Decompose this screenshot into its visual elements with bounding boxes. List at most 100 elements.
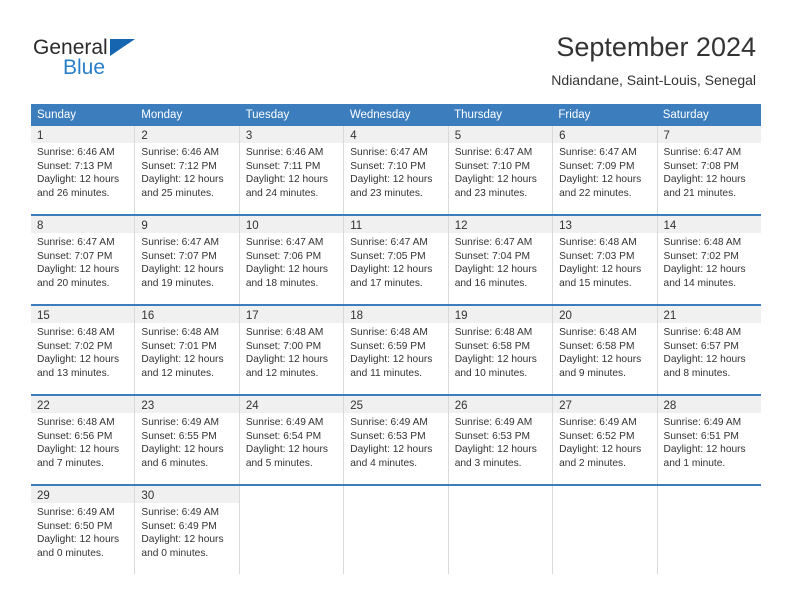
week-row: 15 Sunrise: 6:48 AM Sunset: 7:02 PM Dayl… — [31, 304, 761, 394]
daylight-text-line2: and 5 minutes. — [245, 457, 313, 469]
day-cell[interactable]: 19 Sunrise: 6:48 AM Sunset: 6:58 PM Dayl… — [448, 306, 554, 394]
day-number: 25 — [350, 400, 364, 412]
weekday-header-monday: Monday — [141, 109, 183, 121]
day-cell[interactable]: 20 Sunrise: 6:48 AM Sunset: 6:58 PM Dayl… — [553, 306, 658, 394]
weekday-header-wednesday: Wednesday — [349, 109, 411, 121]
daylight-text-line1: Daylight: 12 hours — [350, 264, 433, 276]
day-number: 5 — [454, 130, 462, 142]
sunset-text: Sunset: 7:07 PM — [37, 250, 113, 262]
sunrise-text: Sunrise: 6:48 AM — [37, 327, 115, 338]
day-cell[interactable]: 21 Sunrise: 6:48 AM Sunset: 6:57 PM Dayl… — [657, 306, 761, 394]
day-number: 26 — [454, 400, 468, 412]
day-cell-empty — [344, 486, 449, 574]
sunrise-text: Sunrise: 6:48 AM — [663, 327, 742, 338]
day-number-bar: 5 — [448, 126, 553, 143]
daylight-text-line1: Daylight: 12 hours — [559, 444, 642, 456]
day-number-bar: 26 — [448, 396, 553, 413]
day-cell[interactable]: 5 Sunrise: 6:47 AM Sunset: 7:10 PM Dayli… — [448, 126, 554, 214]
day-number-bar: 3 — [239, 126, 344, 143]
daylight-text-line2: and 10 minutes. — [454, 367, 528, 379]
daylight-text-line2: and 8 minutes. — [663, 367, 731, 379]
sunrise-text: Sunrise: 6:49 AM — [141, 507, 220, 518]
day-number-bar: 2 — [135, 126, 239, 143]
sunrise-text: Sunrise: 6:47 AM — [245, 237, 324, 248]
day-cell[interactable]: 2 Sunrise: 6:46 AM Sunset: 7:12 PM Dayli… — [135, 126, 240, 214]
day-cell[interactable]: 25 Sunrise: 6:49 AM Sunset: 6:53 PM Dayl… — [344, 396, 449, 484]
sunset-text: Sunset: 6:53 PM — [454, 430, 531, 442]
day-cell[interactable]: 28 Sunrise: 6:49 AM Sunset: 6:51 PM Dayl… — [657, 396, 761, 484]
day-cell[interactable]: 24 Sunrise: 6:49 AM Sunset: 6:54 PM Dayl… — [239, 396, 345, 484]
day-cell[interactable]: 15 Sunrise: 6:48 AM Sunset: 7:02 PM Dayl… — [31, 306, 136, 394]
day-cell[interactable]: 7 Sunrise: 6:47 AM Sunset: 7:08 PM Dayli… — [657, 126, 761, 214]
day-cell[interactable]: 12 Sunrise: 6:47 AM Sunset: 7:04 PM Dayl… — [448, 216, 554, 304]
day-number: 17 — [245, 310, 259, 322]
day-cell[interactable]: 13 Sunrise: 6:48 AM Sunset: 7:03 PM Dayl… — [553, 216, 658, 304]
page-title: September 2024 — [556, 32, 756, 62]
day-cell[interactable]: 27 Sunrise: 6:49 AM Sunset: 6:52 PM Dayl… — [553, 396, 658, 484]
day-cell[interactable]: 29 Sunrise: 6:49 AM Sunset: 6:50 PM Dayl… — [31, 486, 136, 574]
daylight-text-line2: and 7 minutes. — [37, 457, 104, 469]
day-cell-empty — [657, 486, 761, 574]
day-cell[interactable]: 6 Sunrise: 6:47 AM Sunset: 7:09 PM Dayli… — [553, 126, 658, 214]
daylight-text-line2: and 15 minutes. — [559, 277, 632, 289]
day-number: 3 — [245, 130, 253, 142]
sunrise-text: Sunrise: 6:47 AM — [37, 237, 115, 248]
daylight-text-line1: Daylight: 12 hours — [37, 264, 120, 276]
day-info: Sunrise: 6:47 AM Sunset: 7:05 PM Dayligh… — [344, 233, 447, 290]
day-cell[interactable]: 1 Sunrise: 6:46 AM Sunset: 7:13 PM Dayli… — [31, 126, 136, 214]
day-cell[interactable]: 17 Sunrise: 6:48 AM Sunset: 7:00 PM Dayl… — [239, 306, 345, 394]
day-info: Sunrise: 6:48 AM Sunset: 7:02 PM Dayligh… — [658, 233, 761, 290]
day-cell[interactable]: 10 Sunrise: 6:47 AM Sunset: 7:06 PM Dayl… — [239, 216, 345, 304]
daylight-text-line2: and 23 minutes. — [454, 187, 528, 199]
day-cell[interactable]: 30 Sunrise: 6:49 AM Sunset: 6:49 PM Dayl… — [135, 486, 240, 574]
daylight-text-line2: and 13 minutes. — [37, 367, 110, 379]
day-cell[interactable]: 8 Sunrise: 6:47 AM Sunset: 7:07 PM Dayli… — [31, 216, 136, 304]
day-cell[interactable]: 16 Sunrise: 6:48 AM Sunset: 7:01 PM Dayl… — [135, 306, 240, 394]
day-number-bar: 20 — [553, 306, 657, 323]
day-cell[interactable]: 4 Sunrise: 6:47 AM Sunset: 7:10 PM Dayli… — [344, 126, 449, 214]
calendar-grid: Sunday Monday Tuesday Wednesday Thursday… — [31, 104, 761, 574]
daylight-text-line1: Daylight: 12 hours — [559, 174, 642, 186]
day-cell[interactable]: 14 Sunrise: 6:48 AM Sunset: 7:02 PM Dayl… — [657, 216, 761, 304]
daylight-text-line1: Daylight: 12 hours — [454, 444, 537, 456]
day-info: Sunrise: 6:48 AM Sunset: 6:57 PM Dayligh… — [658, 323, 761, 380]
day-cell[interactable]: 26 Sunrise: 6:49 AM Sunset: 6:53 PM Dayl… — [448, 396, 554, 484]
sunset-text: Sunset: 6:54 PM — [245, 430, 322, 442]
sunset-text: Sunset: 7:03 PM — [559, 250, 635, 262]
day-number: 16 — [141, 310, 155, 322]
day-number-bar: 8 — [31, 216, 135, 233]
day-cell[interactable]: 22 Sunrise: 6:48 AM Sunset: 6:56 PM Dayl… — [31, 396, 136, 484]
daylight-text-line1: Daylight: 12 hours — [454, 354, 537, 366]
sunset-text: Sunset: 6:57 PM — [663, 340, 739, 352]
day-number: 2 — [141, 130, 148, 142]
day-number-bar: 24 — [239, 396, 344, 413]
sunrise-text: Sunrise: 6:48 AM — [350, 327, 428, 338]
day-number: 8 — [37, 220, 44, 232]
sunrise-text: Sunrise: 6:48 AM — [37, 417, 115, 428]
day-number-bar: 16 — [135, 306, 239, 323]
daylight-text-line1: Daylight: 12 hours — [559, 354, 642, 366]
day-cell[interactable]: 11 Sunrise: 6:47 AM Sunset: 7:05 PM Dayl… — [344, 216, 449, 304]
day-cell-empty — [239, 486, 345, 574]
general-blue-logo[interactable]: General Blue — [33, 36, 253, 86]
daylight-text-line2: and 4 minutes. — [350, 457, 418, 469]
day-number: 21 — [663, 310, 677, 322]
sunrise-text: Sunrise: 6:47 AM — [350, 147, 428, 158]
day-cell[interactable]: 9 Sunrise: 6:47 AM Sunset: 7:07 PM Dayli… — [135, 216, 240, 304]
sunset-text: Sunset: 7:02 PM — [37, 340, 113, 352]
day-number-bar — [657, 486, 761, 503]
day-number-bar: 7 — [657, 126, 761, 143]
day-cell[interactable]: 23 Sunrise: 6:49 AM Sunset: 6:55 PM Dayl… — [135, 396, 240, 484]
day-number-bar: 18 — [344, 306, 448, 323]
week-row: 1 Sunrise: 6:46 AM Sunset: 7:13 PM Dayli… — [31, 126, 761, 214]
day-number: 20 — [559, 310, 572, 322]
day-number: 12 — [454, 220, 468, 232]
week-row: 22 Sunrise: 6:48 AM Sunset: 6:56 PM Dayl… — [31, 394, 761, 484]
day-cell[interactable]: 18 Sunrise: 6:48 AM Sunset: 6:59 PM Dayl… — [344, 306, 449, 394]
daylight-text-line2: and 20 minutes. — [37, 277, 110, 289]
day-number: 28 — [663, 400, 677, 412]
day-cell[interactable]: 3 Sunrise: 6:46 AM Sunset: 7:11 PM Dayli… — [239, 126, 345, 214]
sunset-text: Sunset: 6:53 PM — [350, 430, 426, 442]
daylight-text-line2: and 9 minutes. — [559, 367, 626, 379]
day-number: 4 — [350, 130, 357, 142]
